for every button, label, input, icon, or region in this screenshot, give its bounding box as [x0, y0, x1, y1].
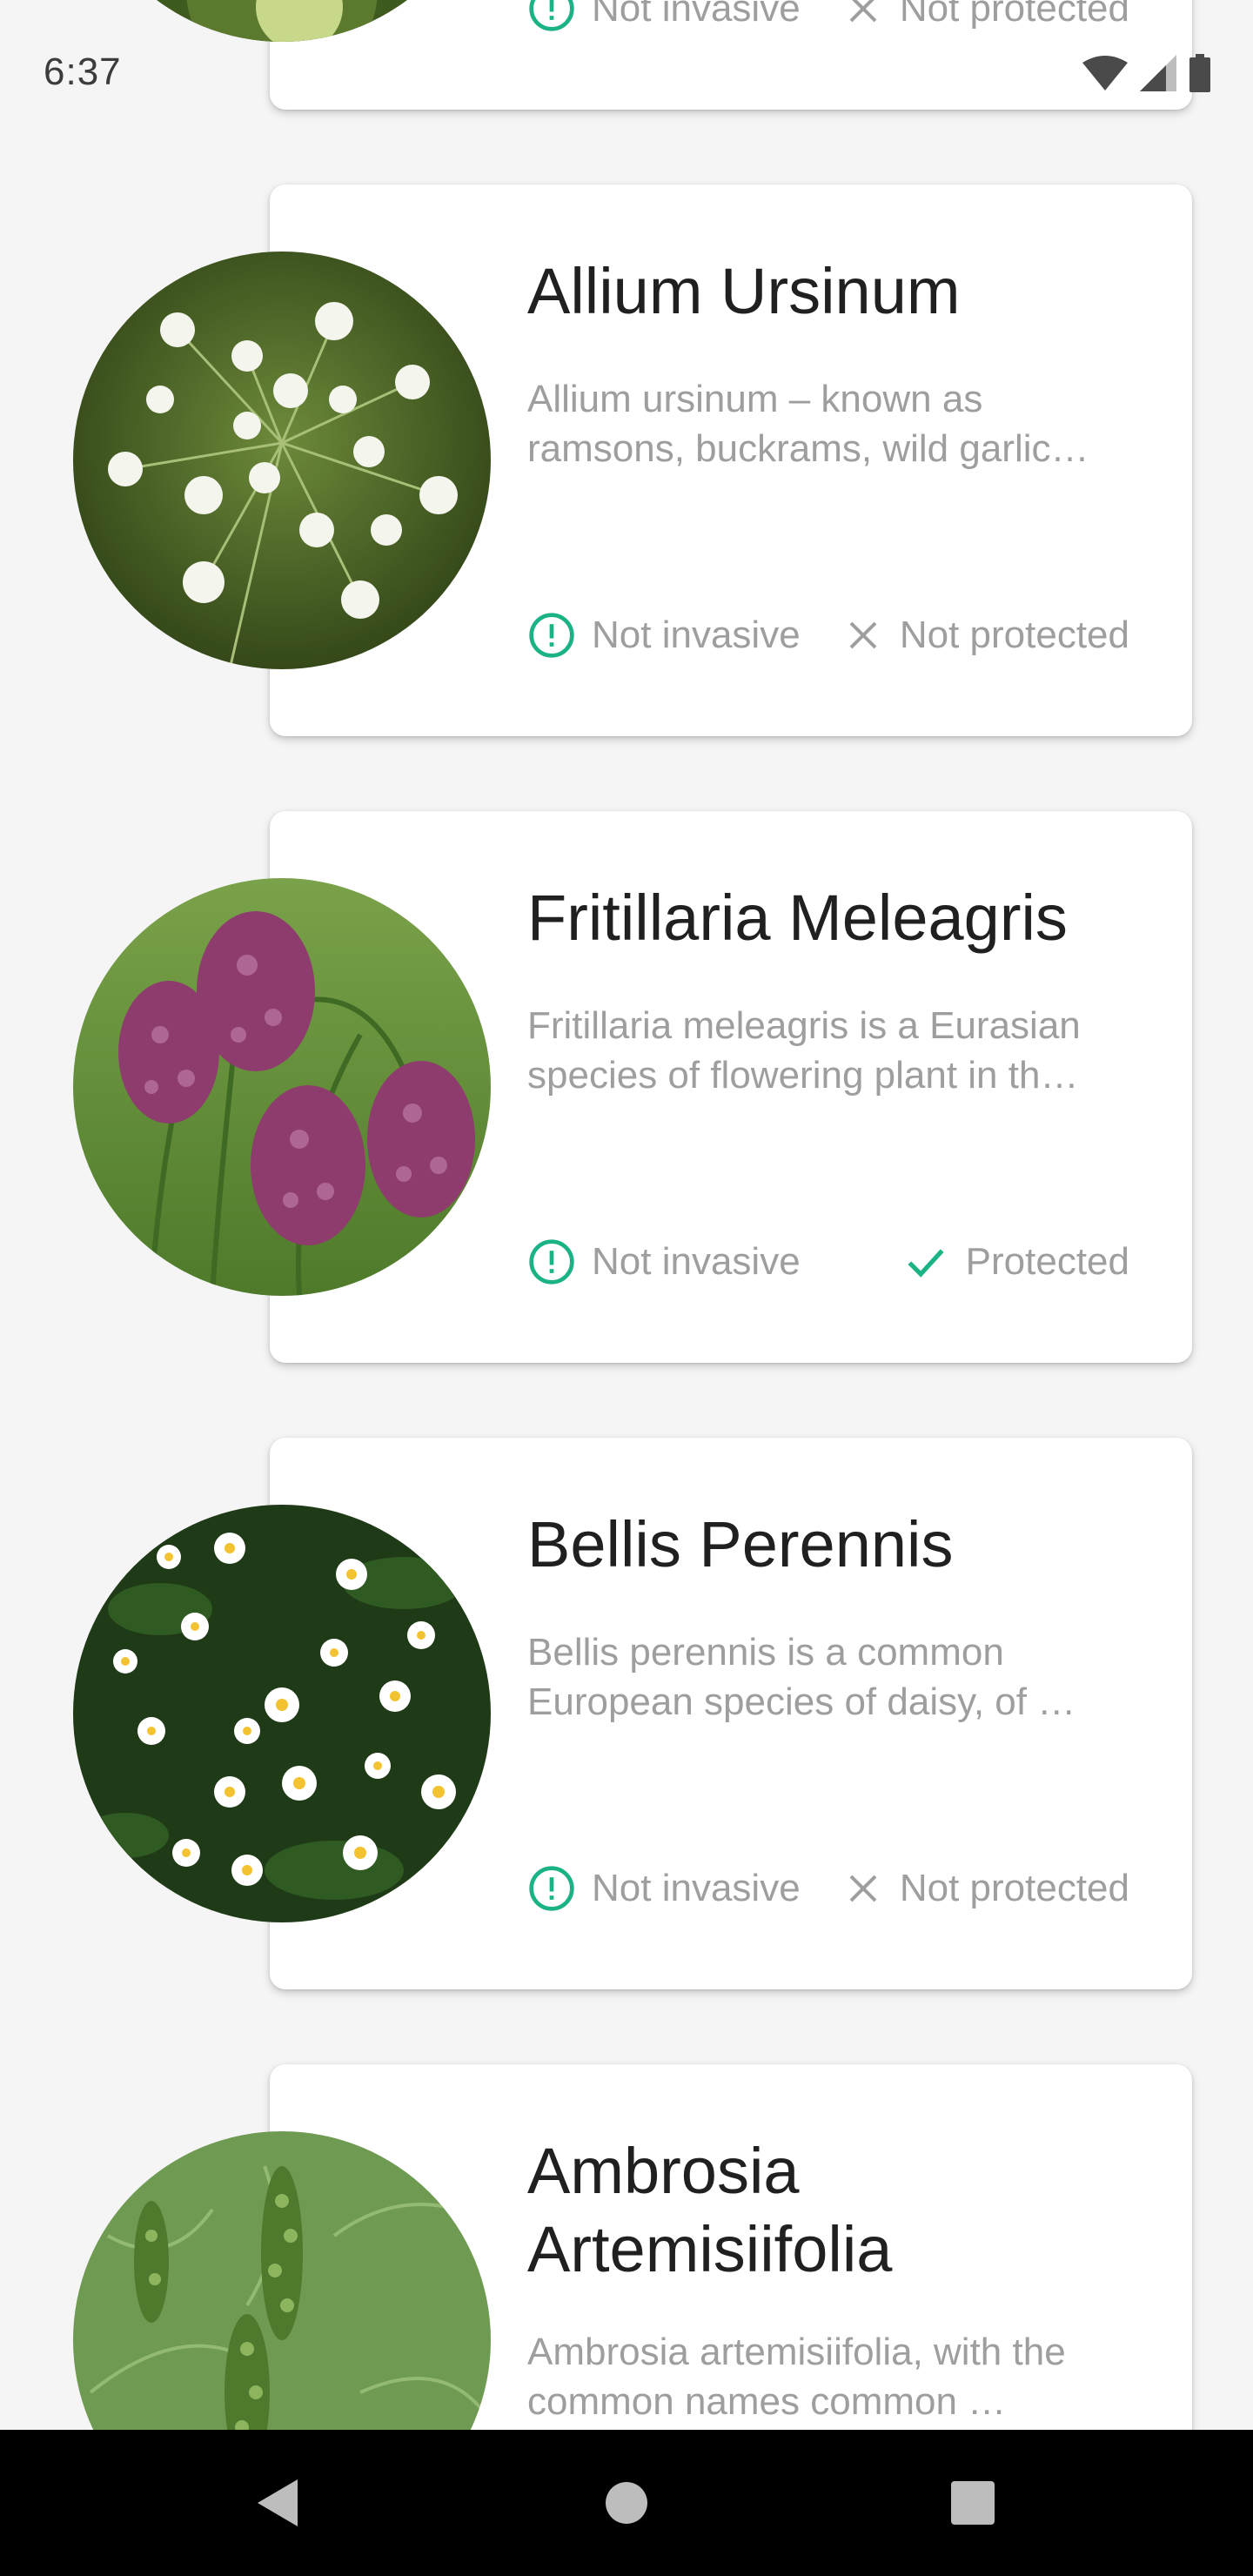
plant-description: Ambrosia artemisiifolia, with the common…: [527, 2327, 1143, 2426]
protected-label: Protected: [965, 1240, 1129, 1283]
invasive-badge: Not invasive: [527, 0, 801, 33]
plant-photo-image: [73, 252, 491, 669]
plant-photo: [73, 878, 491, 1296]
plant-description: Fritillaria meleagris is a Eurasian spec…: [527, 1001, 1143, 1100]
close-icon: [849, 621, 877, 649]
close-icon: [849, 0, 877, 23]
description-line: Bellis perennis is a common: [527, 1631, 1004, 1674]
back-button[interactable]: [254, 2478, 299, 2528]
plant-photo: [73, 1505, 491, 1922]
plant-card[interactable]: Not invasive Not protected: [270, 0, 1192, 110]
protected-badge: Not protected: [842, 1867, 1129, 1910]
status-badges: Not invasive Not protected: [527, 0, 1129, 33]
plant-photo-image: [73, 1505, 491, 1922]
home-icon: [606, 2482, 647, 2524]
alert-circle-icon: [529, 1239, 574, 1285]
plant-description: Allium ursinum – known as ramsons, buckr…: [527, 374, 1143, 473]
plant-title-line: Ambrosia: [527, 2135, 800, 2207]
invasive-label: Not invasive: [592, 1240, 801, 1283]
recents-icon: [951, 2481, 995, 2525]
invasive-badge: Not invasive: [527, 1238, 801, 1286]
invasive-badge: Not invasive: [527, 611, 801, 660]
plant-list-screen: 6:37 Not invasive Not protected Allium U…: [0, 0, 1253, 2576]
invasive-label: Not invasive: [592, 0, 801, 30]
protected-label: Not protected: [899, 614, 1129, 656]
description-line: ramsons, buckrams, wild garlic…: [527, 427, 1089, 470]
status-badges: Not invasive Protected: [527, 1238, 1129, 1286]
alert-circle-icon: [529, 1866, 574, 1911]
protected-badge: Protected: [901, 1238, 1129, 1286]
plant-photo-image: [73, 878, 491, 1296]
alert-circle-icon: [529, 613, 574, 658]
close-icon: [849, 1875, 877, 1902]
plant-photo: [73, 252, 491, 669]
check-icon: [908, 1249, 944, 1278]
status-badges: Not invasive Not protected: [527, 1864, 1129, 1913]
back-icon: [258, 2479, 298, 2526]
plant-title: Allium Ursinum: [527, 255, 961, 327]
invasive-label: Not invasive: [592, 1867, 801, 1909]
navigation-bar: [0, 2430, 1253, 2576]
home-button[interactable]: [604, 2480, 649, 2526]
plant-title: Ambrosia Artemisiifolia: [527, 2132, 1140, 2289]
invasive-badge: Not invasive: [527, 1864, 801, 1913]
plant-description: Bellis perennis is a common European spe…: [527, 1627, 1143, 1727]
description-line: Ambrosia artemisiifolia, with the: [527, 2331, 1066, 2373]
protected-label: Not protected: [899, 0, 1129, 30]
status-badges: Not invasive Not protected: [527, 611, 1129, 660]
protected-badge: Not protected: [842, 614, 1129, 657]
description-line: Allium ursinum – known as: [527, 378, 983, 420]
plant-title: Bellis Perennis: [527, 1508, 954, 1580]
alert-circle-icon: [529, 0, 574, 31]
invasive-label: Not invasive: [592, 614, 801, 656]
plant-title-line: Artemisiifolia: [527, 2213, 893, 2285]
description-line: common names common …: [527, 2380, 1007, 2423]
protected-label: Not protected: [899, 1867, 1129, 1909]
description-line: European species of daisy, of …: [527, 1680, 1076, 1723]
protected-badge: Not protected: [842, 0, 1129, 30]
description-line: Fritillaria meleagris is a Eurasian: [527, 1004, 1081, 1047]
description-line: species of flowering plant in th…: [527, 1054, 1079, 1097]
recents-button[interactable]: [950, 2480, 995, 2526]
plant-title: Fritillaria Meleagris: [527, 882, 1068, 954]
status-time: 6:37: [44, 50, 122, 93]
